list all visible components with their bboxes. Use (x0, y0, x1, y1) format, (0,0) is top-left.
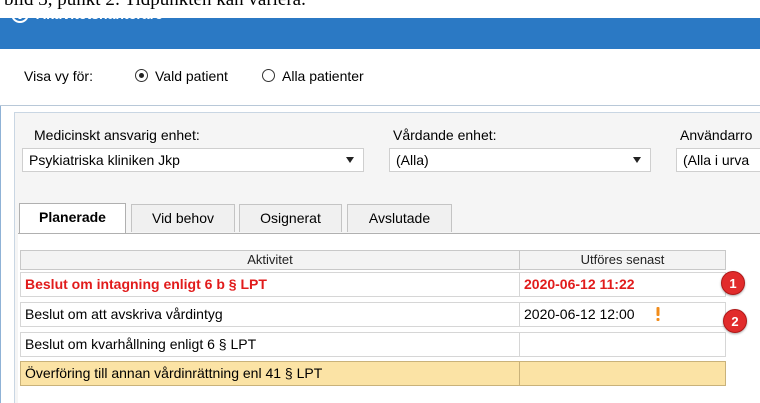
radio-all-patients[interactable] (262, 69, 275, 82)
callout-badge-1: 1 (721, 271, 745, 295)
tab-closed[interactable]: Avslutade (347, 204, 452, 232)
radio-label-selected-patient: Vald patient (155, 68, 228, 84)
column-header-deadline[interactable]: Utföres senast (519, 250, 726, 270)
tab-as-needed[interactable]: Vid behov (131, 204, 235, 232)
radio-selected-patient[interactable] (135, 69, 148, 82)
app-plus-icon (11, 5, 29, 23)
table-row-activity[interactable]: Beslut om kvarhållning enligt 6 § LPT (20, 332, 520, 357)
view-label: Visa vy för: (24, 68, 93, 84)
medical-unit-value: Psykiatriska kliniken Jkp (29, 152, 180, 168)
window-title: Aktivitetshanterare (36, 6, 163, 22)
care-unit-select[interactable]: (Alla) (389, 148, 651, 172)
filter-label-user-role: Användarro (680, 127, 753, 143)
table-row-deadline[interactable] (519, 332, 726, 357)
callout-badge-2: 2 (723, 309, 747, 333)
tab-unsigned[interactable]: Osignerat (239, 204, 342, 232)
chevron-down-icon (633, 157, 641, 163)
chevron-down-icon (346, 157, 354, 163)
user-role-select[interactable]: (Alla i urva (676, 148, 760, 172)
care-unit-value: (Alla) (396, 152, 429, 168)
tab-planned[interactable]: Planerade (19, 203, 126, 234)
filter-label-care-unit: Vårdande enhet: (393, 127, 497, 143)
title-bar (0, 18, 760, 49)
table-row-activity-highlighted[interactable]: Överföring till annan vårdinrättning enl… (20, 361, 520, 386)
column-header-activity[interactable]: Aktivitet (20, 250, 520, 270)
radio-label-all-patients: Alla patienter (282, 68, 364, 84)
view-bar (0, 49, 760, 106)
table-row-deadline[interactable]: 2020-06-12 11:22 (519, 272, 726, 297)
user-role-value: (Alla i urva (683, 152, 750, 168)
table-row-deadline-highlighted[interactable] (519, 361, 726, 386)
medical-unit-select[interactable]: Psykiatriska kliniken Jkp (22, 148, 364, 172)
table-row-activity[interactable]: Beslut om intagning enligt 6 b § LPT (20, 272, 520, 297)
warning-exclamation-icon (656, 307, 660, 321)
filter-label-medical-unit: Medicinskt ansvarig enhet: (34, 127, 200, 143)
table-row-activity[interactable]: Beslut om att avskriva vårdintyg (20, 302, 520, 327)
table-row-deadline[interactable]: 2020-06-12 12:00 (519, 302, 726, 327)
